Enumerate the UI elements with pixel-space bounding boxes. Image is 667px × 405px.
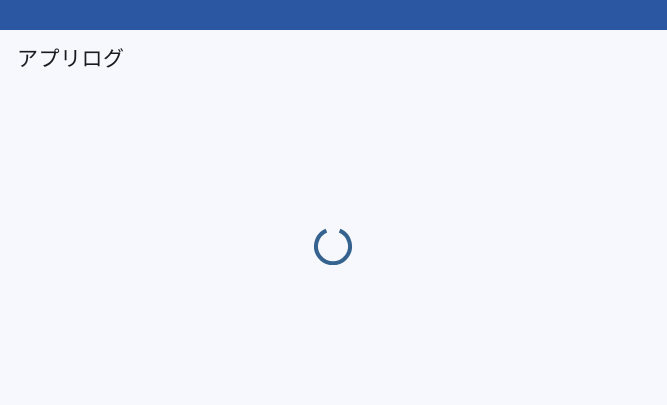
page-title: アプリログ bbox=[17, 47, 125, 71]
loading-spinner-icon bbox=[313, 225, 353, 265]
top-app-bar bbox=[0, 0, 667, 30]
spinner-icon bbox=[314, 228, 352, 265]
